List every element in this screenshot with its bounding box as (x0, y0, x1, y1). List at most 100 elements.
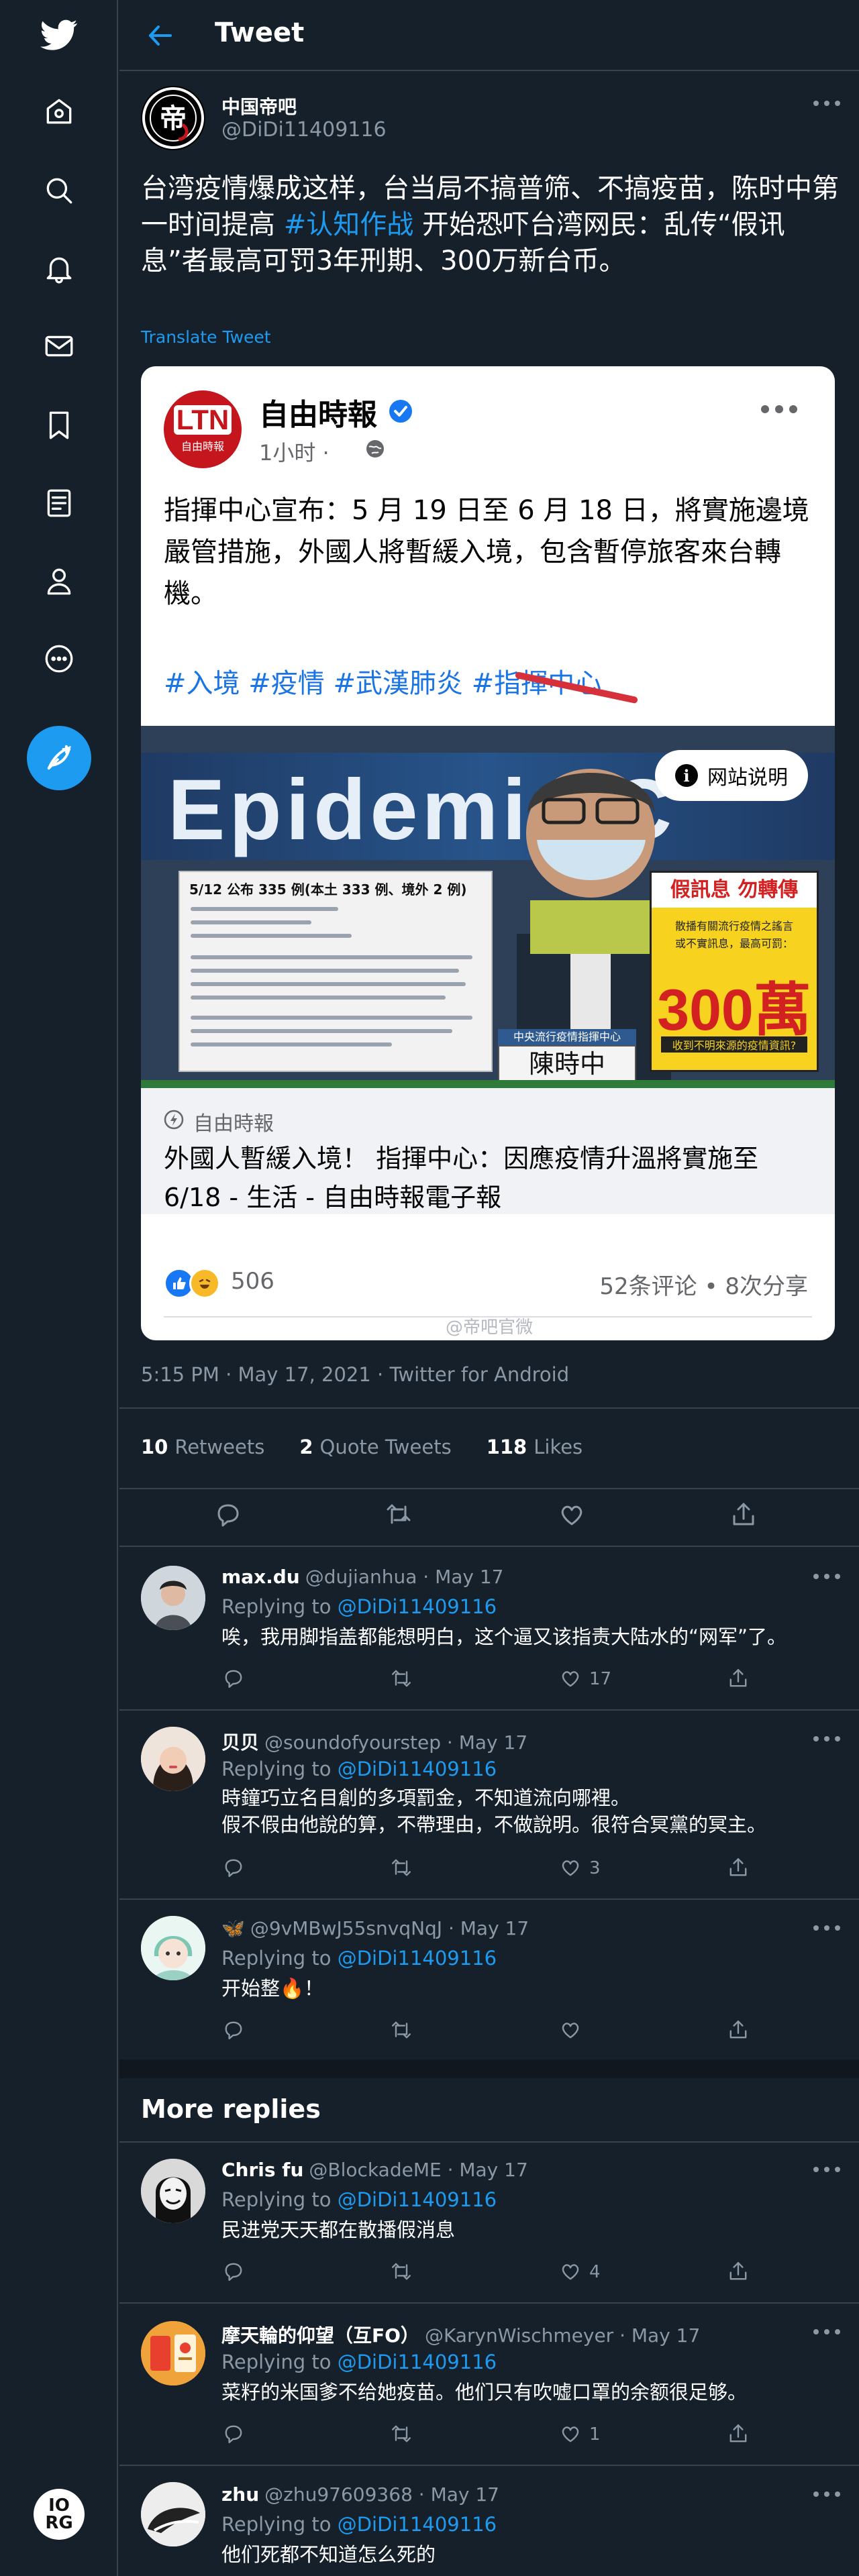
reply-3-reply-icon[interactable] (221, 2018, 245, 2041)
reply-1-like-icon[interactable] (558, 1666, 582, 1690)
likes-stat[interactable]: 118 Likes (487, 1436, 583, 1458)
more-reply-3-avatar[interactable] (141, 2482, 205, 2546)
warn-line-2: 或不實訊息，最高可罰： (674, 937, 793, 950)
tweet-text: 台湾疫情爆成这样，台当局不搞普筛、不搞疫苗，陈时中第一时间提高 #认知作战 开始… (141, 170, 839, 279)
reply-2-like-count: 3 (589, 1858, 601, 1878)
reply-1-more-icon[interactable] (813, 1570, 840, 1583)
more-reply-3-replying-to: Replying to @DiDi11409116 (221, 2513, 497, 2536)
author-handle[interactable]: @DiDi11409116 (221, 118, 387, 142)
reply-1-share-icon[interactable] (726, 1666, 750, 1690)
more-reply-1-like-count: 4 (589, 2262, 601, 2282)
verified-badge-icon (389, 400, 412, 423)
more-reply-3-more-icon[interactable] (813, 2487, 840, 2501)
retweet-icon[interactable] (384, 1500, 413, 1529)
more-reply-2-like-icon[interactable] (558, 2422, 582, 2445)
case-count-poster: 5/12 公布 335 例(本土 333 例、境外 2 例) (179, 871, 493, 1072)
reply-3-avatar[interactable] (141, 1916, 205, 1980)
reply-3-like-icon[interactable] (558, 2018, 582, 2041)
translate-tweet-link[interactable]: Translate Tweet (141, 327, 271, 347)
more-reply-1-reply-icon[interactable] (221, 2259, 245, 2283)
compose-tweet-button[interactable] (27, 726, 91, 790)
reply-1-reply-icon[interactable] (221, 1666, 245, 1690)
messages-mail-icon[interactable] (32, 319, 86, 373)
more-reply-1-retweet-icon[interactable] (389, 2259, 413, 2283)
reply-icon[interactable] (213, 1500, 243, 1529)
more-reply-1-replying-to: Replying to @DiDi11409116 (221, 2188, 497, 2211)
left-nav: IO RG (0, 0, 118, 2576)
info-icon: i (675, 764, 698, 787)
reply-3-retweet-icon[interactable] (389, 2018, 413, 2041)
embedded-post-image[interactable]: LTN 自由時報 自由時報 1小时 · 指揮中心宣布：5 月 19 日至 6 月… (141, 366, 835, 1340)
more-reply-3-mention[interactable]: @DiDi11409116 (338, 2513, 497, 2536)
author-name[interactable]: 中国帝吧 (221, 93, 297, 119)
reply-3-share-icon[interactable] (726, 2018, 750, 2041)
card-more-icon (761, 401, 797, 417)
more-reply-1-like-icon[interactable] (558, 2259, 582, 2283)
more-reply-1-share-icon[interactable] (726, 2259, 750, 2283)
more-reply-2-name[interactable]: 摩天輪的仰望（互FO） @KarynWischmeyer · May 17 (221, 2321, 700, 2348)
tweet-more-icon[interactable] (813, 97, 840, 110)
reply-1-name[interactable]: max.du @dujianhua · May 17 (221, 1566, 504, 1588)
more-reply-2-more-icon[interactable] (813, 2325, 840, 2339)
more-reply-1-avatar[interactable] (141, 2159, 205, 2223)
reply-2-name[interactable]: 贝贝 @soundofyourstep · May 17 (221, 1728, 527, 1755)
reply-2-reply-icon[interactable] (221, 1856, 245, 1879)
bookmarks-icon[interactable] (32, 398, 86, 452)
share-icon[interactable] (729, 1500, 758, 1529)
reply-3-mention[interactable]: @DiDi11409116 (338, 1947, 497, 1970)
page-header: Tweet (119, 0, 859, 71)
home-icon[interactable] (32, 85, 86, 138)
warn-head: 假訊息 勿轉傳 (652, 873, 817, 908)
reply-3-more-icon[interactable] (813, 1921, 840, 1935)
more-reply-2-mention[interactable]: @DiDi11409116 (338, 2351, 497, 2373)
reply-2-retweet-icon[interactable] (389, 1856, 413, 1879)
more-reply-2-share-icon[interactable] (726, 2422, 750, 2445)
reply-2-share-icon[interactable] (726, 1856, 750, 1879)
instant-article-bolt-icon (164, 1110, 184, 1130)
more-reply-1-name[interactable]: Chris fu @BlockadeME · May 17 (221, 2159, 528, 2181)
back-arrow-icon[interactable] (144, 19, 177, 52)
more-reply-1-more-icon[interactable] (813, 2163, 840, 2176)
warn-big-amount: 300萬 (657, 978, 811, 1042)
explore-search-icon[interactable] (32, 164, 86, 217)
reply-1-retweet-icon[interactable] (389, 1666, 413, 1690)
more-reply-1-text: 民进党天天都在散播假消息 (221, 2218, 456, 2241)
reply-1-avatar[interactable] (141, 1566, 205, 1630)
svg-text:帝: 帝 (160, 103, 187, 134)
reply-2-like-icon[interactable] (558, 1856, 582, 1879)
reply-2-more-icon[interactable] (813, 1732, 840, 1746)
more-reply-3-name[interactable]: zhu @zhu97609368 · May 17 (221, 2483, 499, 2506)
ltn-logo-text: LTN (173, 405, 232, 435)
more-reply-2-like-count: 1 (589, 2424, 601, 2445)
more-circle-icon[interactable] (32, 632, 86, 686)
reply-3-text: 开始整🔥！ (221, 1977, 324, 2000)
notifications-bell-icon[interactable] (32, 241, 86, 295)
twitter-logo-icon[interactable] (32, 8, 86, 62)
account-avatar-text: IO RG (45, 2496, 73, 2533)
like-heart-icon[interactable] (557, 1500, 587, 1529)
reply-2-replying-to: Replying to @DiDi11409116 (221, 1758, 497, 1780)
tweet-hashtag-link[interactable]: #认知作战 (284, 209, 414, 240)
more-reply-2-reply-icon[interactable] (221, 2422, 245, 2445)
reply-2-avatar[interactable] (141, 1727, 205, 1791)
retweets-stat[interactable]: 10 Retweets (141, 1436, 264, 1458)
author-avatar[interactable]: 帝 (141, 86, 205, 150)
more-reply-2-avatar[interactable] (141, 2321, 205, 2385)
reply-2-mention[interactable]: @DiDi11409116 (338, 1758, 497, 1780)
link-source: 自由時報 (193, 1112, 274, 1136)
reply-3-replying-to: Replying to @DiDi11409116 (221, 1947, 497, 1970)
tweet-stats: 10 Retweets 2 Quote Tweets 118 Likes (141, 1436, 583, 1458)
website-info-label: 网站说明 (707, 766, 788, 790)
tweet-timestamp[interactable]: 5:15 PM · May 17, 2021 · Twitter for And… (141, 1363, 569, 1386)
lists-icon[interactable] (32, 476, 86, 530)
account-avatar[interactable]: IO RG (34, 2489, 85, 2540)
profile-icon[interactable] (32, 554, 86, 608)
reply-1-mention[interactable]: @DiDi11409116 (338, 1595, 497, 1618)
quote-tweets-stat[interactable]: 2 Quote Tweets (299, 1436, 451, 1458)
reply-3-name[interactable]: 🦋 @9vMBwJ55snvqNqJ · May 17 (221, 1917, 529, 1939)
more-reply-1-mention[interactable]: @DiDi11409116 (338, 2188, 497, 2211)
reply-1-like-count: 17 (589, 1669, 612, 1689)
more-reply-2-retweet-icon[interactable] (389, 2422, 413, 2445)
page-title: Tweet (215, 17, 305, 48)
card-time: 1小时 · (259, 440, 330, 466)
